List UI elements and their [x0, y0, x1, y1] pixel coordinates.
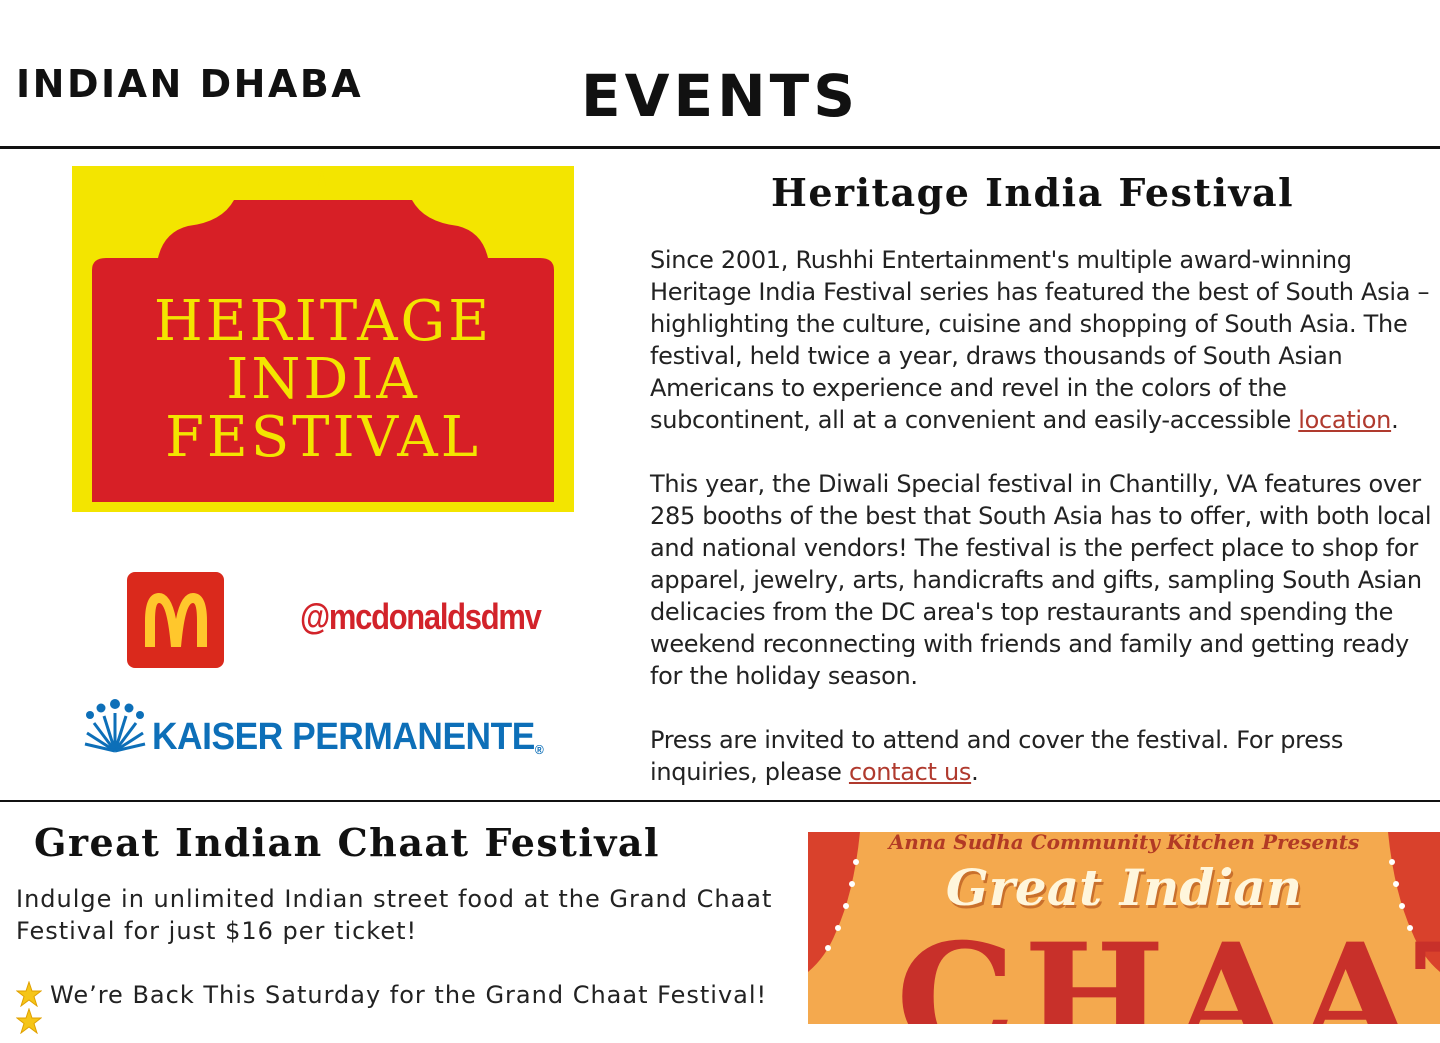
- poster-great-indian-text: Great Indian: [945, 858, 1303, 917]
- kaiser-permanente-logo-icon: [84, 697, 146, 758]
- chaat-festival-description: Indulge in unlimited Indian street food …: [15, 883, 796, 1043]
- star-icon: [15, 1007, 43, 1035]
- logo-line-3: FESTIVAL: [165, 405, 481, 470]
- heritage-paragraph-3: Press are invited to attend and cover th…: [650, 726, 1344, 786]
- heritage-paragraph-2: This year, the Diwali Special festival i…: [650, 470, 1432, 690]
- mcdonalds-logo-icon: [127, 572, 224, 668]
- location-link[interactable]: location: [1298, 406, 1391, 434]
- chaat-festival-poster: Anna Sudha Community Kitchen Presents Gr…: [808, 832, 1440, 1024]
- chaat-intro: Indulge in unlimited Indian street food …: [16, 885, 773, 945]
- contact-us-link[interactable]: contact us: [849, 758, 971, 786]
- logo-line-1: HERITAGE: [154, 289, 492, 354]
- heritage-india-festival-logo: HERITAGE INDIA FESTIVAL: [72, 166, 574, 512]
- heritage-paragraph-1: Since 2001, Rushhi Entertainment's multi…: [650, 246, 1430, 434]
- kaiser-permanente-logo: KAISER PERMANENTE®: [84, 698, 573, 758]
- heritage-festival-title: Heritage India Festival: [770, 170, 1295, 215]
- kaiser-permanente-name: KAISER PERMANENTE®: [152, 716, 544, 758]
- mcdonalds-handle: @mcdonaldsdmv: [300, 596, 542, 637]
- logo-line-2: INDIA: [226, 347, 420, 412]
- heritage-festival-description: Since 2001, Rushhi Entertainment's multi…: [650, 244, 1440, 820]
- chaat-announcement: We’re Back This Saturday for the Grand C…: [15, 979, 796, 1011]
- page-title: EVENTS: [580, 62, 859, 130]
- star-icon: [15, 980, 43, 1008]
- chaat-festival-title: Great Indian Chaat Festival: [34, 820, 660, 865]
- section-divider: [0, 800, 1440, 802]
- poster-presents-text: Anna Sudha Community Kitchen Presents: [888, 832, 1360, 854]
- header-divider: [0, 146, 1440, 149]
- poster-chaat-text: CHAAT: [896, 911, 1440, 1024]
